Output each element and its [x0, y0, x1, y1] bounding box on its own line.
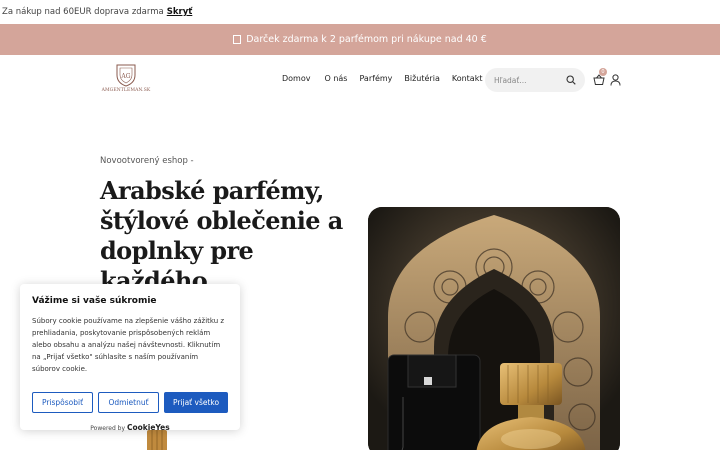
svg-text:AG: AG: [120, 73, 130, 80]
main-nav: Domov O nás Parfémy Bižutéria Kontakt: [282, 74, 494, 83]
promo-text: Darček zdarma k 2 parfémom pri nákupe na…: [246, 34, 487, 45]
cookie-customize-button[interactable]: Prispôsobiť: [32, 392, 94, 413]
cookie-consent-dialog: Vážime si vaše súkromie Súbory cookie po…: [20, 284, 240, 432]
hero-image-perfumes: [368, 207, 620, 450]
user-icon[interactable]: [610, 74, 621, 86]
site-logo[interactable]: AG AMGENTLEMAN.SK: [100, 63, 152, 99]
search-input[interactable]: [494, 75, 564, 85]
shipping-text: Za nákup nad 60EUR doprava zdarma: [2, 7, 164, 17]
cookie-buttons: Prispôsobiť Odmietnuť Prijať všetko: [32, 392, 228, 413]
nav-item-o-nas[interactable]: O nás: [324, 74, 347, 83]
cart-count-badge: 0: [599, 68, 607, 76]
site-header: AG AMGENTLEMAN.SK Domov O nás Parfémy Bi…: [0, 55, 720, 105]
hero-title: Arabské parfémy, štýlové oblečenie a dop…: [100, 176, 343, 295]
gift-icon: [233, 35, 242, 44]
cookie-accept-button[interactable]: Prijať všetko: [164, 392, 228, 413]
nav-item-bizuteria[interactable]: Bižutéria: [404, 74, 439, 83]
nav-item-kontakt[interactable]: Kontakt: [452, 74, 483, 83]
hide-announcement-link[interactable]: Skryť: [167, 7, 193, 17]
search-box: [485, 68, 585, 92]
cookie-powered-by: Powered by CookieYes: [32, 423, 228, 432]
perfume-illustration: [368, 207, 620, 450]
powered-by-label: Powered by: [90, 425, 126, 432]
crest-icon: AG: [116, 64, 136, 87]
shipping-announcement: Za nákup nad 60EUR doprava zdarma Skryť: [0, 0, 720, 24]
hero-eyebrow: Novootvorený eshop -: [100, 156, 194, 166]
search-icon[interactable]: [566, 75, 576, 85]
nav-item-parfemy[interactable]: Parfémy: [359, 74, 392, 83]
cookieyes-logo[interactable]: CookieYes: [127, 423, 170, 432]
cookie-reject-button[interactable]: Odmietnuť: [98, 392, 160, 413]
logo-text: AMGENTLEMAN.SK: [101, 88, 151, 93]
promo-banner: Darček zdarma k 2 parfémom pri nákupe na…: [0, 24, 720, 55]
nav-item-domov[interactable]: Domov: [282, 74, 310, 83]
cookie-text: Súbory cookie používame na zlepšenie váš…: [32, 317, 225, 373]
cookie-title: Vážime si vaše súkromie: [32, 296, 157, 306]
